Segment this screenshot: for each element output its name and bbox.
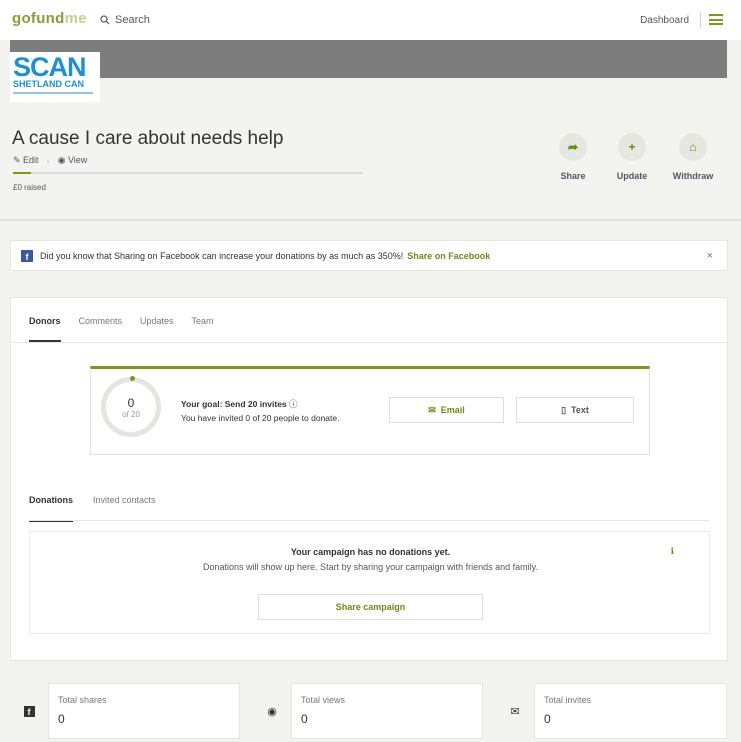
edit-view-links: ✎ Edit · ◉ View [13, 155, 87, 166]
eye-icon: ◉ [57, 155, 66, 165]
plus-icon: + [618, 133, 646, 161]
share-arrow-icon: ➦ [559, 133, 587, 161]
campaign-brand-logo: SCAN SHETLAND CAN [10, 52, 100, 102]
facebook-share-banner: f Did you know that Sharing on Facebook … [10, 240, 728, 271]
search-link[interactable]: Search [100, 14, 150, 26]
goal-text: Your goal: Send 20 invites ⓘ You have in… [181, 397, 339, 425]
nav-divider [700, 12, 701, 28]
share-action-label: Share [560, 171, 586, 181]
tab-comments[interactable]: Comments [79, 316, 123, 342]
tab-donations[interactable]: Donations [29, 495, 73, 522]
envelope-icon: ✉ [510, 705, 520, 718]
edit-link[interactable]: ✎ Edit [13, 155, 39, 166]
raised-progress-bar [13, 172, 363, 174]
total-views-card: Total views 0 [291, 683, 483, 739]
withdraw-action-label: Withdraw [672, 171, 714, 181]
total-views-value: 0 [301, 712, 308, 726]
info-icon[interactable]: ⓘ [289, 399, 298, 409]
donation-subtabs: Donations Invited contacts [29, 495, 156, 522]
view-link[interactable]: ◉ View [58, 155, 88, 166]
dot-separator: · [46, 155, 50, 166]
invite-goal-card: 0 of 20 Your goal: Send 20 invites ⓘ You… [90, 366, 650, 455]
empty-heading: Your campaign has no donations yet. [290, 547, 451, 557]
dashboard-link[interactable]: Dashboard [640, 15, 689, 26]
campaign-title: A cause I care about needs help [12, 128, 284, 149]
withdraw-action-button[interactable]: ⌂ Withdraw [668, 133, 718, 181]
update-action-button[interactable]: + Update [607, 133, 657, 181]
info-icon[interactable]: ℹ [671, 546, 674, 557]
subtabs-divider [29, 520, 709, 521]
panel-tabs: Donors Comments Updates Team [29, 316, 214, 342]
total-shares-value: 0 [58, 712, 65, 726]
progress-fill [13, 172, 31, 174]
facebook-icon: f [21, 249, 33, 262]
share-action-button[interactable]: ➦ Share [548, 133, 598, 181]
total-invites-label: Total invites [544, 695, 592, 705]
total-shares-label: Total shares [58, 695, 107, 705]
facebook-icon: f [10, 683, 48, 739]
invite-progress-ring: 0 of 20 [101, 376, 161, 437]
gofundme-logo[interactable]: gofundme [12, 10, 87, 27]
goal-heading: Your goal: Send 20 invites [181, 399, 287, 409]
tab-team[interactable]: Team [192, 316, 214, 342]
tabs-divider [11, 342, 727, 343]
search-icon [100, 15, 110, 25]
hamburger-menu-icon[interactable] [709, 14, 723, 25]
donors-panel: Donors Comments Updates Team 0 of 20 You… [10, 297, 728, 661]
brand-logo-line [13, 92, 93, 94]
bank-icon: ⌂ [679, 133, 707, 161]
close-icon[interactable]: × [707, 250, 713, 262]
envelope-icon: ✉ [428, 404, 436, 415]
cover-image [10, 40, 727, 78]
top-navigation-bar: gofundme Search Dashboard [0, 0, 741, 40]
share-on-facebook-link[interactable]: Share on Facebook [407, 251, 490, 261]
brand-logo-text: SCAN [13, 52, 87, 82]
invite-count: 0 [127, 395, 135, 410]
goal-subtext: You have invited 0 of 20 people to donat… [181, 413, 340, 423]
banner-text: Did you know that Sharing on Facebook ca… [40, 250, 404, 261]
empty-donations-card: Your campaign has no donations yet. Dona… [29, 531, 710, 634]
empty-text: Donations will show up here. Start by sh… [203, 562, 538, 572]
tab-donors[interactable]: Donors [29, 316, 61, 342]
text-invite-button[interactable]: ▯ Text [516, 397, 634, 423]
phone-icon: ▯ [561, 404, 567, 415]
tab-updates[interactable]: Updates [140, 316, 174, 342]
total-invites-value: 0 [544, 712, 551, 726]
eye-icon: ◉ [267, 705, 277, 718]
search-label: Search [115, 14, 150, 26]
ring-progress-dot [130, 376, 135, 381]
total-invites-card: Total invites 0 [534, 683, 727, 739]
total-views-label: Total views [301, 695, 346, 705]
total-shares-card: Total shares 0 [48, 683, 240, 739]
invite-total: of 20 [122, 409, 140, 419]
raised-amount: £0 raised [13, 183, 46, 192]
update-action-label: Update [616, 171, 648, 181]
tab-invited-contacts[interactable]: Invited contacts [93, 495, 156, 522]
header-divider [0, 219, 741, 221]
share-campaign-button[interactable]: Share campaign [258, 594, 483, 620]
email-invite-button[interactable]: ✉ Email [389, 397, 504, 423]
